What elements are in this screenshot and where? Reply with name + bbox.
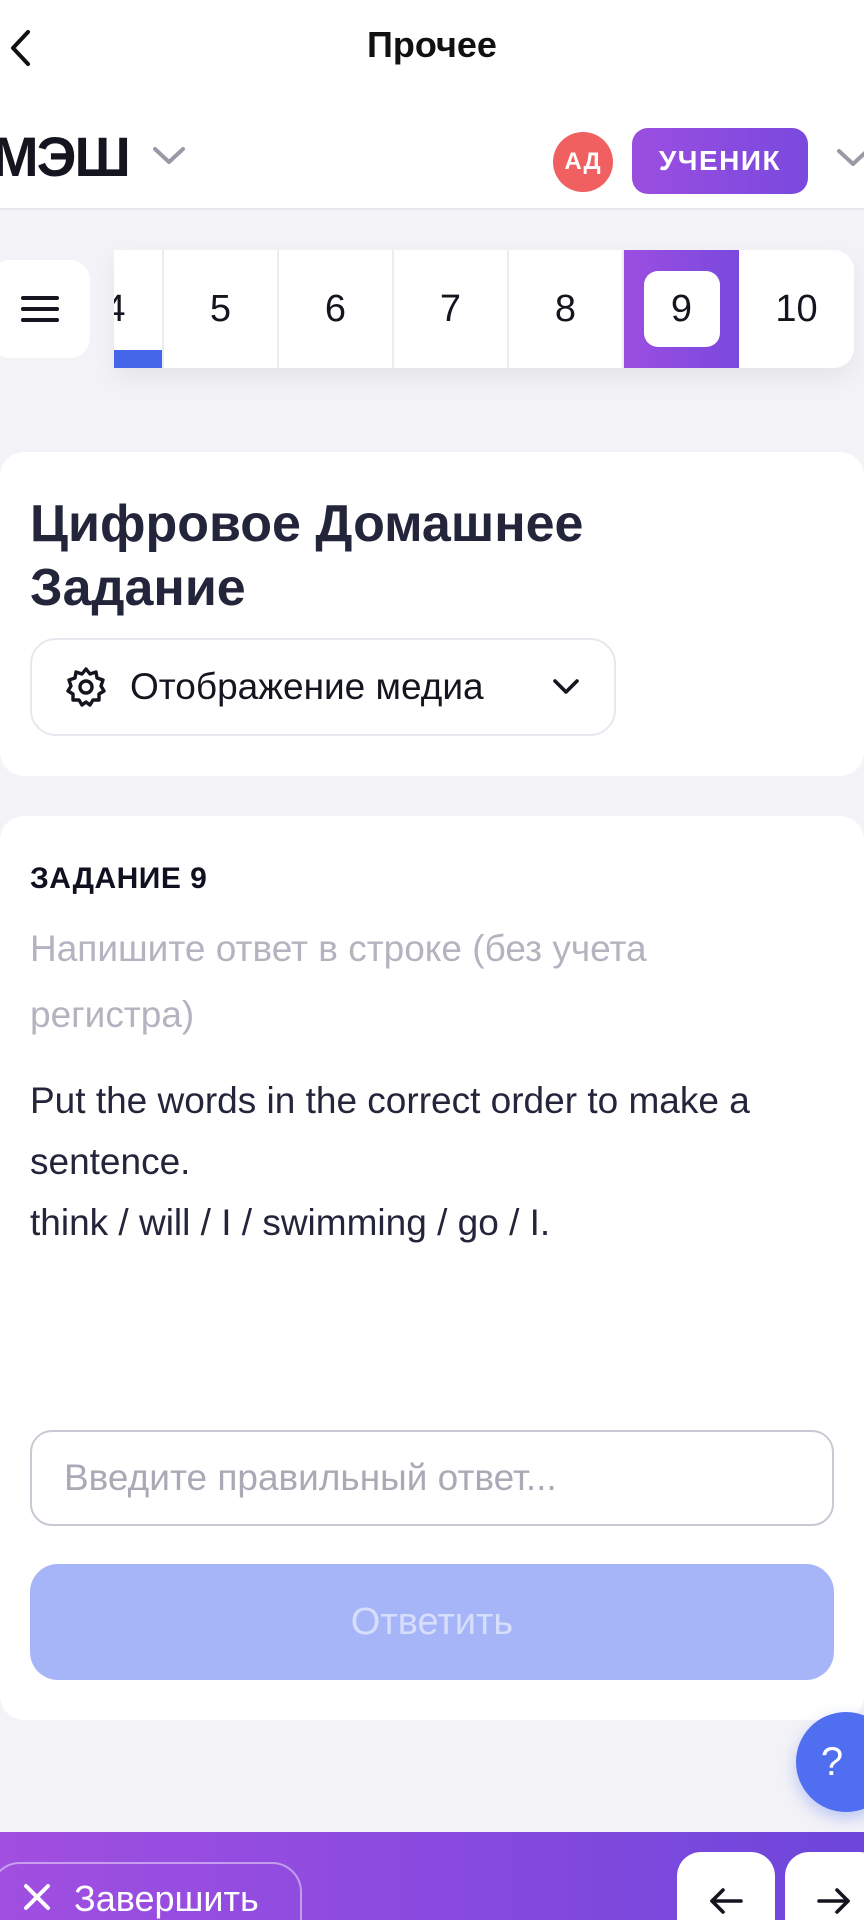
- app-header: МЭШ АД УЧЕНИК: [0, 96, 864, 210]
- task-card: ЗАДАНИЕ 9 Напишите ответ в строке (без у…: [0, 816, 864, 1720]
- menu-button[interactable]: [0, 260, 90, 358]
- task-number: ЗАДАНИЕ 9: [30, 862, 208, 895]
- media-display-select[interactable]: Отображение медиа: [30, 638, 616, 736]
- screen-title: Прочее: [367, 24, 497, 65]
- answer-input[interactable]: [30, 1430, 834, 1526]
- arrow-left-icon: [710, 1888, 743, 1914]
- pager-item-label: 6: [324, 287, 347, 330]
- page-title: Цифровое Домашнее Задание: [30, 495, 584, 617]
- task-text-line: think / will / I / swimming / go / I.: [30, 1202, 551, 1243]
- question-pager: 4 5 6 7 8 9 10: [114, 250, 854, 368]
- pager-item-8[interactable]: 8: [509, 250, 624, 368]
- hamburger-menu-icon: [21, 296, 59, 322]
- previous-task-button[interactable]: [677, 1852, 775, 1920]
- gear-icon: [66, 667, 106, 707]
- pager-item-label: 9: [670, 287, 693, 330]
- help-button[interactable]: ?: [796, 1712, 864, 1812]
- pager-item-4[interactable]: 4: [114, 250, 164, 368]
- task-text: Put the words in the correct order to ma…: [30, 1070, 840, 1253]
- pager-item-label: 4: [114, 287, 126, 330]
- top-navigation-bar: Прочее: [0, 0, 864, 96]
- pager-item-label: 8: [554, 287, 577, 330]
- avatar[interactable]: АД: [553, 132, 613, 192]
- finish-label: Завершить: [74, 1878, 259, 1919]
- homework-title-card: Цифровое Домашнее Задание Отображение ме…: [0, 452, 864, 776]
- pager-item-5[interactable]: 5: [164, 250, 279, 368]
- question-mark-icon: ?: [820, 1739, 844, 1784]
- bottom-action-bar: Завершить: [0, 1832, 864, 1920]
- pager-item-label: 5: [209, 287, 232, 330]
- chevron-down-icon: [553, 679, 579, 694]
- role-badge[interactable]: УЧЕНИК: [632, 128, 808, 194]
- pager-item-label: 7: [439, 287, 462, 330]
- pager-item-9-active[interactable]: 9: [624, 250, 739, 368]
- next-task-button[interactable]: [785, 1852, 864, 1920]
- active-pill: 9: [643, 271, 720, 347]
- pager-item-label: 10: [775, 287, 818, 330]
- pager-item-10[interactable]: 10: [739, 250, 854, 368]
- close-icon: [24, 1884, 50, 1910]
- media-display-label: Отображение медиа: [130, 666, 484, 707]
- role-chevron-down-icon[interactable]: [836, 148, 864, 168]
- pager-item-7[interactable]: 7: [394, 250, 509, 368]
- task-instruction: Напишите ответ в строке (без учета регис…: [30, 928, 647, 1035]
- arrow-right-icon: [817, 1888, 850, 1914]
- pager-item-6[interactable]: 6: [279, 250, 394, 368]
- chevron-down-icon[interactable]: [152, 146, 186, 166]
- submit-answer-button[interactable]: Ответить: [30, 1564, 834, 1680]
- app-logo[interactable]: МЭШ: [0, 124, 131, 189]
- finish-button[interactable]: Завершить: [0, 1862, 302, 1920]
- task-text-line: Put the words in the correct order to ma…: [30, 1080, 750, 1182]
